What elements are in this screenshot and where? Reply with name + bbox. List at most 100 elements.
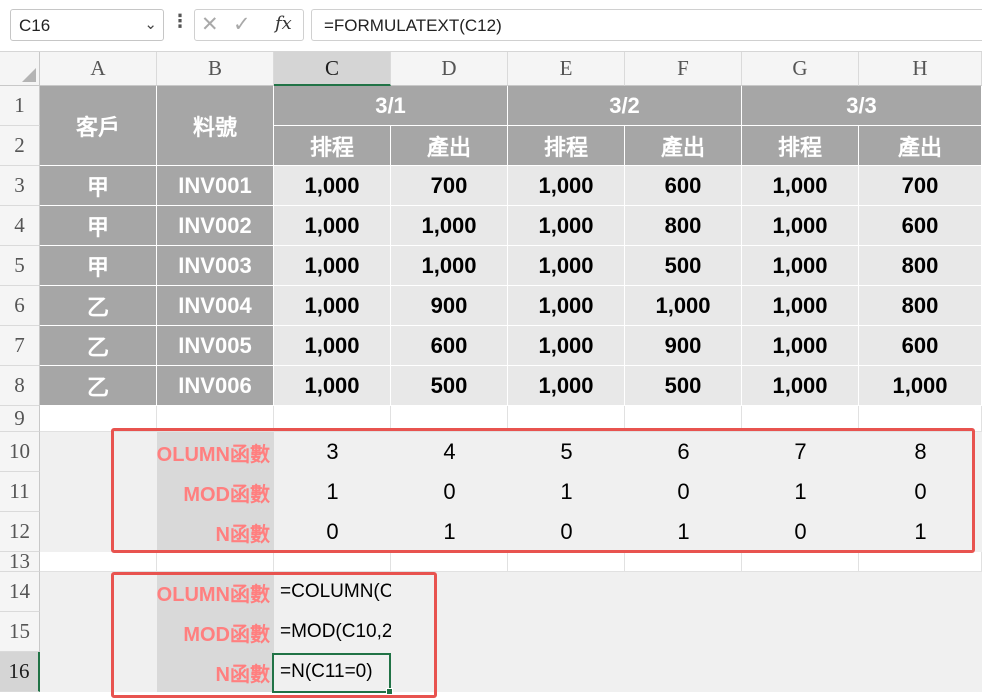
part-cell[interactable]: INV002 [157,206,274,246]
value-cell[interactable]: 800 [859,246,982,286]
header-date[interactable]: 3/3 [742,86,982,126]
selected-cell-c16[interactable] [272,653,393,695]
empty-cell[interactable] [742,552,859,572]
header-sub[interactable]: 產出 [391,126,508,166]
value-cell[interactable]: 1,000 [274,326,391,366]
part-cell[interactable]: INV005 [157,326,274,366]
header-date[interactable]: 3/1 [274,86,508,126]
insert-function-button[interactable]: fx [275,13,292,34]
row-header-11[interactable]: 11 [0,472,40,512]
value-cell[interactable]: 500 [625,366,742,406]
value-cell[interactable]: 1,000 [391,206,508,246]
row-header-6[interactable]: 6 [0,286,40,326]
empty-cell[interactable] [391,552,508,572]
customer-cell[interactable]: 乙 [40,286,157,326]
value-cell[interactable]: 1,000 [742,166,859,206]
empty-cell[interactable] [625,552,742,572]
column-header-a[interactable]: A [40,52,157,86]
column-header-d[interactable]: D [391,52,508,86]
part-cell[interactable]: INV001 [157,166,274,206]
customer-cell[interactable]: 甲 [40,166,157,206]
column-header-c[interactable]: C [274,52,391,86]
value-cell[interactable]: 1,000 [625,286,742,326]
empty-cell[interactable] [859,652,982,692]
header-sub[interactable]: 排程 [274,126,391,166]
empty-cell[interactable] [859,572,982,612]
value-cell[interactable]: 700 [391,166,508,206]
row-header-16[interactable]: 16 [0,652,40,692]
value-cell[interactable]: 600 [859,326,982,366]
empty-cell[interactable] [508,652,625,692]
header-sub[interactable]: 排程 [742,126,859,166]
row-header-14[interactable]: 14 [0,572,40,612]
value-cell[interactable]: 1,000 [742,366,859,406]
header-sub[interactable]: 產出 [859,126,982,166]
column-header-f[interactable]: F [625,52,742,86]
row-header-3[interactable]: 3 [0,166,40,206]
value-cell[interactable]: 1,000 [508,166,625,206]
row-header-2[interactable]: 2 [0,126,40,166]
header-date[interactable]: 3/2 [508,86,742,126]
value-cell[interactable]: 600 [625,166,742,206]
part-cell[interactable]: INV003 [157,246,274,286]
customer-cell[interactable]: 乙 [40,366,157,406]
empty-cell[interactable] [625,652,742,692]
value-cell[interactable]: 1,000 [742,326,859,366]
value-cell[interactable]: 1,000 [508,246,625,286]
empty-cell[interactable] [859,552,982,572]
empty-cell[interactable] [742,572,859,612]
row-header-13[interactable]: 13 [0,552,40,572]
empty-cell[interactable] [859,612,982,652]
empty-cell[interactable] [508,552,625,572]
part-cell[interactable]: INV006 [157,366,274,406]
column-header-e[interactable]: E [508,52,625,86]
value-cell[interactable]: 1,000 [274,246,391,286]
column-header-b[interactable]: B [157,52,274,86]
header-customer[interactable]: 客戶 [40,86,157,166]
value-cell[interactable]: 1,000 [742,286,859,326]
value-cell[interactable]: 1,000 [391,246,508,286]
customer-cell[interactable]: 甲 [40,246,157,286]
empty-cell[interactable] [40,552,157,572]
value-cell[interactable]: 1,000 [274,206,391,246]
row-header-10[interactable]: 10 [0,432,40,472]
checkmark-icon[interactable]: ✓ [233,12,251,37]
chevron-down-icon[interactable]: ⌄ [144,15,157,33]
value-cell[interactable]: 500 [625,246,742,286]
value-cell[interactable]: 1,000 [274,366,391,406]
empty-cell[interactable] [742,652,859,692]
row-header-12[interactable]: 12 [0,512,40,552]
vertical-dots-icon[interactable]: ⋮ [171,11,189,32]
select-all-corner[interactable] [0,52,40,86]
empty-cell[interactable] [742,612,859,652]
value-cell[interactable]: 700 [859,166,982,206]
value-cell[interactable]: 1,000 [859,366,982,406]
empty-cell[interactable] [274,552,391,572]
value-cell[interactable]: 900 [391,286,508,326]
row-header-4[interactable]: 4 [0,206,40,246]
customer-cell[interactable]: 甲 [40,206,157,246]
value-cell[interactable]: 1,000 [274,166,391,206]
empty-cell[interactable] [157,552,274,572]
empty-cell[interactable] [508,572,625,612]
empty-cell[interactable] [625,612,742,652]
column-header-h[interactable]: H [859,52,982,86]
formula-input[interactable]: =FORMULATEXT(C12) [311,9,982,41]
column-header-g[interactable]: G [742,52,859,86]
cross-icon[interactable]: ✕ [201,12,219,37]
value-cell[interactable]: 1,000 [508,366,625,406]
name-box[interactable]: C16 ⌄ [10,9,164,41]
row-header-5[interactable]: 5 [0,246,40,286]
value-cell[interactable]: 1,000 [508,206,625,246]
empty-cell[interactable] [508,612,625,652]
customer-cell[interactable]: 乙 [40,326,157,366]
value-cell[interactable]: 1,000 [742,206,859,246]
row-header-7[interactable]: 7 [0,326,40,366]
part-cell[interactable]: INV004 [157,286,274,326]
header-sub[interactable]: 排程 [508,126,625,166]
value-cell[interactable]: 1,000 [508,326,625,366]
value-cell[interactable]: 600 [859,206,982,246]
empty-cell[interactable] [625,572,742,612]
row-header-9[interactable]: 9 [0,406,40,432]
row-header-8[interactable]: 8 [0,366,40,406]
